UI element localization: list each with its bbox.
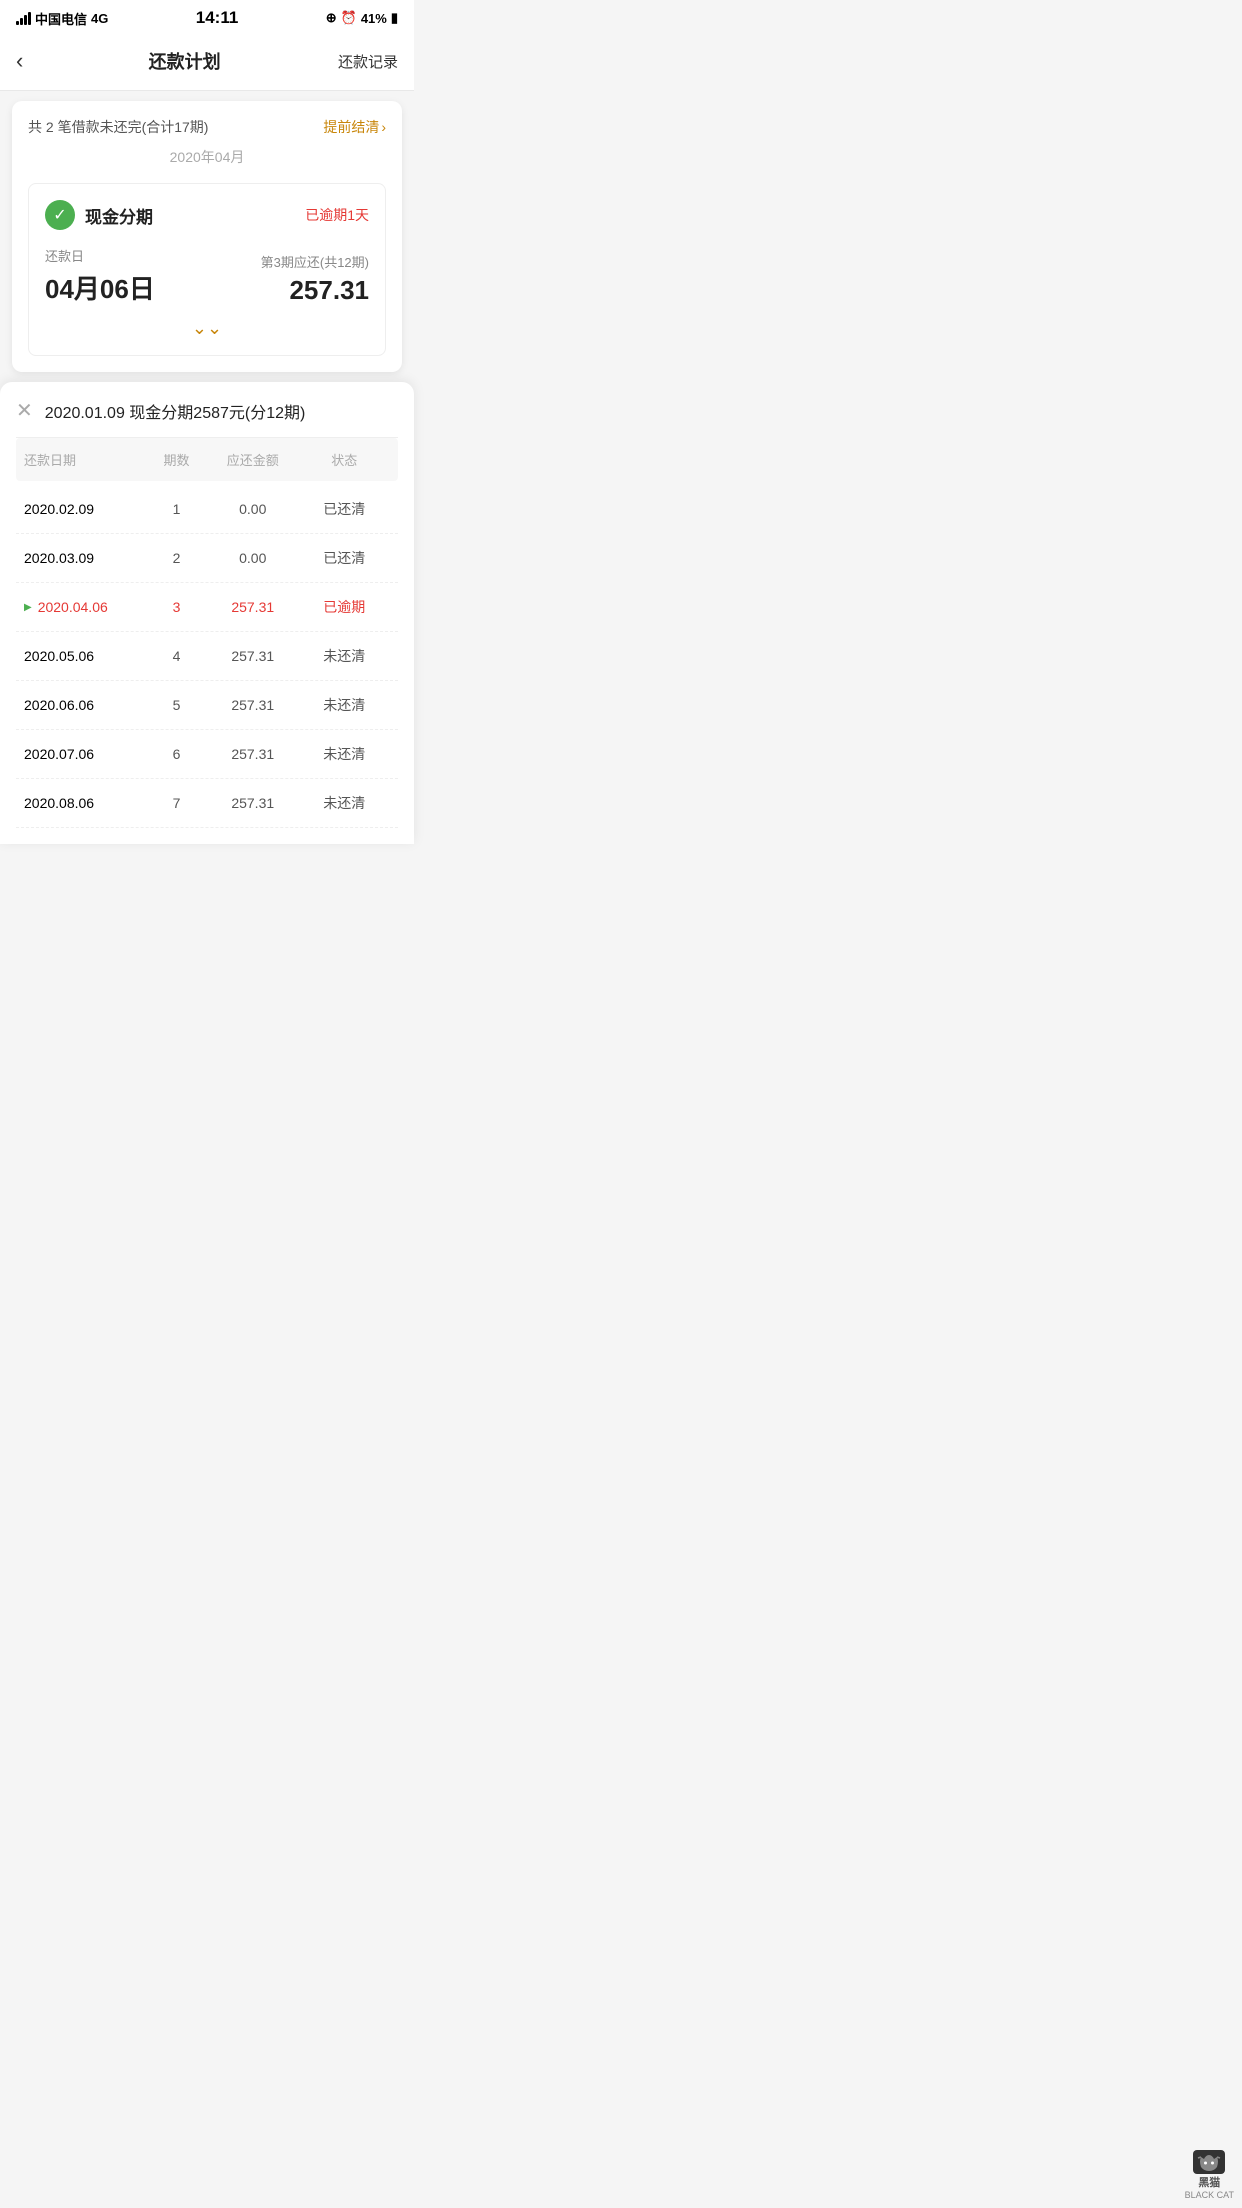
period-cell: 6 [146, 746, 207, 762]
status-cell: 未还清 [299, 646, 391, 666]
network-label: 4G [91, 11, 108, 26]
watermark-subtext: BLACK CAT [1185, 2190, 1234, 2200]
signal-bars-icon [16, 12, 31, 25]
amount-cell: 257.31 [207, 599, 299, 615]
early-settle-button[interactable]: 提前结清 › [323, 117, 386, 137]
table-row: 2020.07.06 6 257.31 未还清 [16, 730, 398, 779]
table-header-row: 还款日期 期数 应还金额 状态 [16, 438, 398, 481]
detail-panel: ✕ 2020.01.09 现金分期2587元(分12期) 还款日期 期数 应还金… [0, 382, 414, 844]
date-value: 2020.08.06 [24, 795, 94, 811]
period-cell: 3 [146, 599, 207, 615]
loan-header: ✓ 现金分期 已逾期1天 [45, 200, 369, 230]
battery-icon: ▮ [391, 10, 398, 26]
table-row: 2020.06.06 5 257.31 未还清 [16, 681, 398, 730]
period-cell: 2 [146, 550, 207, 566]
status-cell: 未还清 [299, 793, 391, 813]
watermark-content: 黑猫 BLACK CAT [1185, 2150, 1234, 2200]
check-icon: ✓ [45, 200, 75, 230]
page-title: 还款计划 [149, 48, 221, 74]
battery-label: 41% [361, 11, 387, 26]
status-cell: 已逾期 [299, 597, 391, 617]
table-row: 2020.03.09 2 0.00 已还清 [16, 534, 398, 583]
repay-date-value: 04月06日 [45, 269, 155, 306]
period-cell: 1 [146, 501, 207, 517]
loan-card: ✓ 现金分期 已逾期1天 还款日 04月06日 第3期应还(共12期) 257.… [28, 183, 386, 356]
current-row-icon: ▶ [24, 602, 32, 613]
cat-logo-icon [1193, 2150, 1225, 2174]
detail-right: 第3期应还(共12期) 257.31 [261, 252, 369, 306]
date-cell: 2020.06.06 [24, 697, 146, 713]
date-value: 2020.05.06 [24, 648, 94, 664]
expand-icon[interactable]: ⌄⌄ [45, 318, 369, 339]
repay-table: 还款日期 期数 应还金额 状态 2020.02.09 1 0.00 已还清 20… [16, 438, 398, 828]
date-cell: 2020.08.06 [24, 795, 146, 811]
nav-bar: ‹ 还款计划 还款记录 [0, 34, 414, 91]
period-cell: 5 [146, 697, 207, 713]
chevron-right-icon: › [381, 119, 386, 135]
date-cell: 2020.02.09 [24, 501, 146, 517]
summary-desc: 共 2 笔借款未还完(合计17期) [28, 117, 208, 137]
repay-records-button[interactable]: 还款记录 [338, 51, 398, 72]
close-panel-button[interactable]: ✕ [16, 398, 33, 423]
date-value: 2020.06.06 [24, 697, 94, 713]
overdue-badge: 已逾期1天 [305, 205, 369, 225]
status-bar: 中国电信 4G 14:11 ⊕ ⏰ 41% ▮ [0, 0, 414, 34]
status-cell: 已还清 [299, 499, 391, 519]
watermark: 黑猫 BLACK CAT [1122, 2128, 1242, 2208]
amount-cell: 257.31 [207, 795, 299, 811]
status-right: ⊕ ⏰ 41% ▮ [326, 10, 398, 26]
panel-title: 2020.01.09 现金分期2587元(分12期) [45, 399, 306, 423]
date-cell: 2020.05.06 [24, 648, 146, 664]
amount-cell: 0.00 [207, 501, 299, 517]
date-cell: 2020.03.09 [24, 550, 146, 566]
col-header-period: 期数 [146, 450, 207, 469]
status-cell: 已还清 [299, 548, 391, 568]
col-header-date: 还款日期 [24, 450, 146, 469]
date-cell: ▶ 2020.04.06 [24, 599, 146, 615]
date-cell: 2020.07.06 [24, 746, 146, 762]
status-cell: 未还清 [299, 744, 391, 764]
col-header-status: 状态 [299, 450, 391, 469]
period-label: 第3期应还(共12期) [261, 252, 369, 271]
month-label: 2020年04月 [28, 147, 386, 167]
summary-top-row: 共 2 笔借款未还完(合计17期) 提前结清 › [28, 117, 386, 137]
col-header-amount: 应还金额 [207, 450, 299, 469]
date-value: 2020.07.06 [24, 746, 94, 762]
loan-details: 还款日 04月06日 第3期应还(共12期) 257.31 [45, 246, 369, 306]
amount-cell: 257.31 [207, 746, 299, 762]
date-value: 2020.02.09 [24, 501, 94, 517]
period-cell: 4 [146, 648, 207, 664]
table-row: 2020.05.06 4 257.31 未还清 [16, 632, 398, 681]
carrier-label: 中国电信 [35, 9, 87, 28]
table-row: 2020.02.09 1 0.00 已还清 [16, 485, 398, 534]
date-value: 2020.03.09 [24, 550, 94, 566]
table-row-overdue: ▶ 2020.04.06 3 257.31 已逾期 [16, 583, 398, 632]
amount-cell: 257.31 [207, 697, 299, 713]
status-left: 中国电信 4G [16, 9, 108, 28]
date-value: 2020.04.06 [38, 599, 108, 615]
status-cell: 未还清 [299, 695, 391, 715]
watermark-text: 黑猫 [1198, 2174, 1220, 2190]
summary-card: 共 2 笔借款未还完(合计17期) 提前结清 › 2020年04月 ✓ 现金分期… [12, 101, 402, 372]
table-row: 2020.08.06 7 257.31 未还清 [16, 779, 398, 828]
repay-date-label: 还款日 [45, 246, 155, 265]
time-label: 14:11 [196, 8, 239, 28]
amount-cell: 0.00 [207, 550, 299, 566]
amount-cell: 257.31 [207, 648, 299, 664]
loan-name: 现金分期 [85, 203, 153, 228]
period-amount: 257.31 [289, 275, 369, 306]
back-button[interactable]: ‹ [16, 44, 31, 78]
period-cell: 7 [146, 795, 207, 811]
alarm-icon: ⏰ [341, 10, 357, 26]
lock-icon: ⊕ [326, 10, 337, 26]
panel-header: ✕ 2020.01.09 现金分期2587元(分12期) [16, 398, 398, 438]
loan-title-row: ✓ 现金分期 [45, 200, 153, 230]
detail-left: 还款日 04月06日 [45, 246, 155, 306]
